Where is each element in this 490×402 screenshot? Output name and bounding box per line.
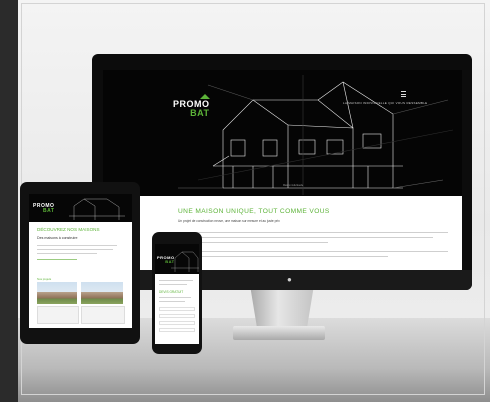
house-photo[interactable]: [81, 282, 123, 304]
desktop-hero: PROMO BAT LA MAISON INDIVIDUELLE QUI VOU…: [103, 70, 462, 196]
desktop-heading: UNE MAISON UNIQUE, TOUT COMME VOUS: [178, 208, 330, 215]
floor-plan-image[interactable]: [81, 306, 125, 324]
body-text-line: [178, 256, 388, 257]
menu-icon[interactable]: [401, 91, 406, 97]
brand-logo[interactable]: PROMO BAT: [157, 256, 175, 264]
brand-line2: BAT: [42, 208, 55, 214]
phone-hero: PROMO BAT: [155, 244, 199, 274]
body-text-line: [37, 259, 77, 260]
imac-chin: [92, 270, 472, 290]
floor-plan-image[interactable]: [37, 306, 79, 324]
body-text-line: [159, 284, 187, 285]
body-text-line: [178, 237, 433, 238]
body-text-line: [178, 251, 448, 252]
body-text-line: [37, 253, 97, 254]
house-photo[interactable]: [37, 282, 77, 304]
body-text-line: [37, 249, 113, 250]
body-text-line: [159, 301, 185, 302]
brand-line2: BAT: [165, 259, 175, 264]
form-field[interactable]: [159, 307, 195, 311]
apple-logo-icon: ●: [287, 275, 292, 284]
body-text-line: [178, 232, 448, 233]
tablet-screen: PROMO BAT DÉCOUVREZ NOS MAISONS Des mais…: [29, 194, 132, 328]
body-text-line: [37, 245, 117, 246]
brand-logo[interactable]: PROMO BAT: [33, 204, 54, 214]
desktop-nav-text[interactable]: LA MAISON INDIVIDUELLE QUI VOUS RESSEMBL…: [343, 101, 428, 105]
brand-logo[interactable]: PROMO BAT: [173, 94, 210, 118]
form-field[interactable]: [159, 321, 195, 325]
tablet-section-label: Nos projets: [37, 277, 52, 281]
tablet-heading: DÉCOUVREZ NOS MAISONS: [37, 227, 100, 232]
hero-caption: Maison individuelle: [283, 184, 304, 187]
tablet-subheading: Des maisons à construire: [37, 236, 78, 240]
form-field[interactable]: [159, 314, 195, 318]
body-text-line: [159, 297, 191, 298]
phone-heading: DEVIS GRATUIT: [159, 290, 184, 294]
desktop-subheading: Un projet de construction neuve, une mai…: [178, 219, 280, 223]
phone-screen: PROMO BAT DEVIS GRATUIT: [155, 244, 199, 344]
body-text-line: [159, 280, 193, 281]
house-sketch-illustration: [178, 75, 454, 195]
imac-foot: [233, 326, 325, 340]
form-field[interactable]: [159, 328, 195, 332]
brand-line2: BAT: [190, 108, 210, 118]
tablet-hero: PROMO BAT: [29, 194, 132, 222]
